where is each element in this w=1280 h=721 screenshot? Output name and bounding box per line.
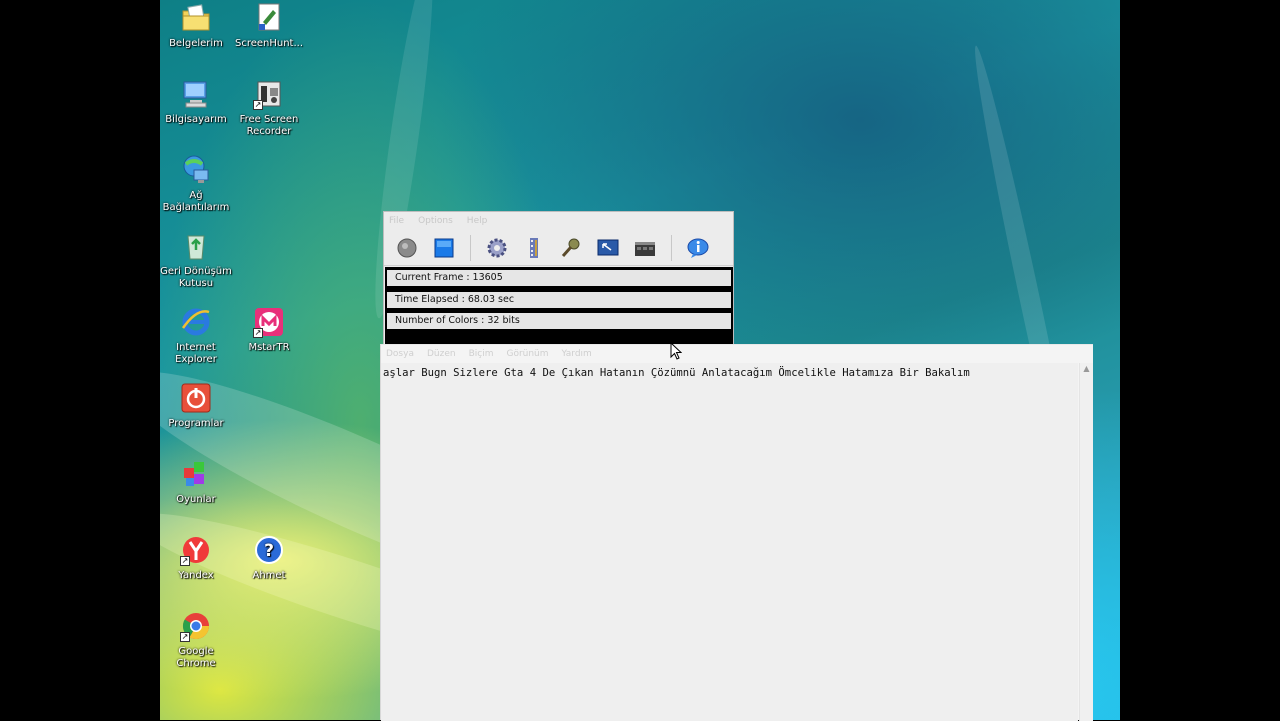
shortcut-arrow-icon: ↗ [180,556,190,566]
desktop-icon-mstartr[interactable]: ↗ MstarTR [231,306,307,354]
help-question-icon: ? [253,534,285,566]
desktop-icon-ahmet[interactable]: ? Ahmet [231,534,307,582]
menu-duzen[interactable]: Düzen [427,349,456,359]
vertical-scrollbar[interactable]: ▲ [1079,363,1093,721]
microphone-button[interactable] [560,237,582,259]
desktop-icon-yandex[interactable]: ↗ Yandex [160,534,234,582]
svg-text:?: ? [264,541,274,561]
desktop-icon-free-screen-recorder[interactable]: ↗ Free Screen Recorder [231,78,307,138]
film-strip-icon [530,237,538,258]
internet-explorer-icon [180,306,212,338]
film-strip-button[interactable] [523,237,545,259]
desktop-icon-label: Yandex [178,570,214,581]
stop-icon [434,238,454,257]
info-icon [687,238,709,258]
shortcut-arrow-icon: ↗ [180,632,190,642]
record-icon [397,238,417,257]
notepad-menubar: Dosya Düzen Biçim Görünüm Yardım [381,345,1093,363]
desktop-icon-label: Oyunlar [176,494,216,505]
desktop-icon-label: Ahmet [252,570,286,581]
menu-options[interactable]: Options [418,216,453,226]
desktop-icon-programlar[interactable]: Programlar [160,382,234,430]
desktop-icon-belgelerim[interactable]: Belgelerim [160,2,234,50]
notepad-text-area[interactable]: aşlar Bugn Sizlere Gta 4 De Çıkan Hatanı… [381,363,1078,721]
menu-help[interactable]: Help [467,216,488,226]
desktop-icon-geri-donusum-kutusu[interactable]: Geri Dönüşüm Kutusu [160,230,234,290]
screenhunter-icon [253,2,285,34]
menu-gorunum[interactable]: Görünüm [506,349,548,359]
shortcut-arrow-icon: ↗ [253,328,263,338]
free-screen-recorder-icon: ↗ [253,78,285,110]
yandex-browser-icon: ↗ [180,534,212,566]
desktop-icon-screenhunter[interactable]: ScreenHunt... [231,2,307,50]
desktop-icon-label: Ağ Bağlantılarım [162,190,230,213]
mouse-cursor-icon [670,341,683,360]
desktop-icon-label: Internet Explorer [175,342,217,365]
menu-yardim[interactable]: Yardım [562,349,592,359]
menu-dosya[interactable]: Dosya [386,349,414,359]
screen-region-icon [597,239,619,255]
scroll-up-arrow-icon[interactable]: ▲ [1080,363,1093,375]
desktop-icon-internet-explorer[interactable]: Internet Explorer [160,306,234,366]
screen: Belgelerim ScreenHunt... Bilgisayarım ↗ … [0,0,1280,721]
notepad-window[interactable]: Dosya Düzen Biçim Görünüm Yardım aşlar B… [380,344,1093,721]
shortcut-arrow-icon: ↗ [253,100,263,110]
desktop-icon-label: Google Chrome [176,646,216,669]
recycle-bin-icon [180,230,212,262]
toolbar-separator [671,234,672,261]
recorder-menubar: File Options Help [384,212,733,230]
microphone-icon [561,238,580,257]
menu-bicim[interactable]: Biçim [469,349,494,359]
network-connections-icon [180,154,212,186]
video-clapper-icon [635,241,655,256]
recorder-stats-panel: Current Frame : 13605 Time Elapsed : 68.… [385,267,733,347]
folder-documents-icon [180,2,212,34]
time-elapsed-readout: Time Elapsed : 68.03 sec [387,291,731,308]
desktop-icon-label: Programlar [168,418,224,429]
screen-recorder-window[interactable]: File Options Help Current Frame: 13605 … [383,211,734,347]
recorder-toolbar [384,230,733,266]
desktop-icon-label: ScreenHunt... [234,38,304,49]
screen-region-button[interactable] [597,237,619,259]
desktop-icon-label: Belgelerim [169,38,223,49]
my-computer-icon [180,78,212,110]
desktop-icon-ag-baglantilarim[interactable]: Ağ Bağlantılarım [160,154,234,214]
desktop-icon-oyunlar[interactable]: Oyunlar [160,458,234,506]
settings-gear-icon [487,238,507,257]
current-frame-readout: Current Frame : 13605 [387,270,731,286]
games-icon [180,458,212,490]
info-button[interactable] [687,237,709,259]
desktop-icon-label: Bilgisayarım [165,114,227,125]
number-of-colors-readout: Number of Colors : 32 bits [387,313,731,329]
desktop-icon-label: MstarTR [248,342,290,353]
mstartr-icon: ↗ [253,306,285,338]
menu-file[interactable]: File [389,216,404,226]
programs-power-icon [180,382,212,414]
desktop-icon-label: Geri Dönüşüm Kutusu [160,266,232,289]
video-settings-button[interactable] [634,237,656,259]
stop-button[interactable] [433,237,455,259]
settings-button[interactable] [486,237,508,259]
desktop-icon-google-chrome[interactable]: ↗ Google Chrome [160,610,234,670]
toolbar-separator [470,234,471,261]
record-button[interactable] [396,237,418,259]
desktop-icon-bilgisayarim[interactable]: Bilgisayarım [160,78,234,126]
desktop-icon-label: Free Screen Recorder [239,114,299,137]
google-chrome-icon: ↗ [180,610,212,642]
